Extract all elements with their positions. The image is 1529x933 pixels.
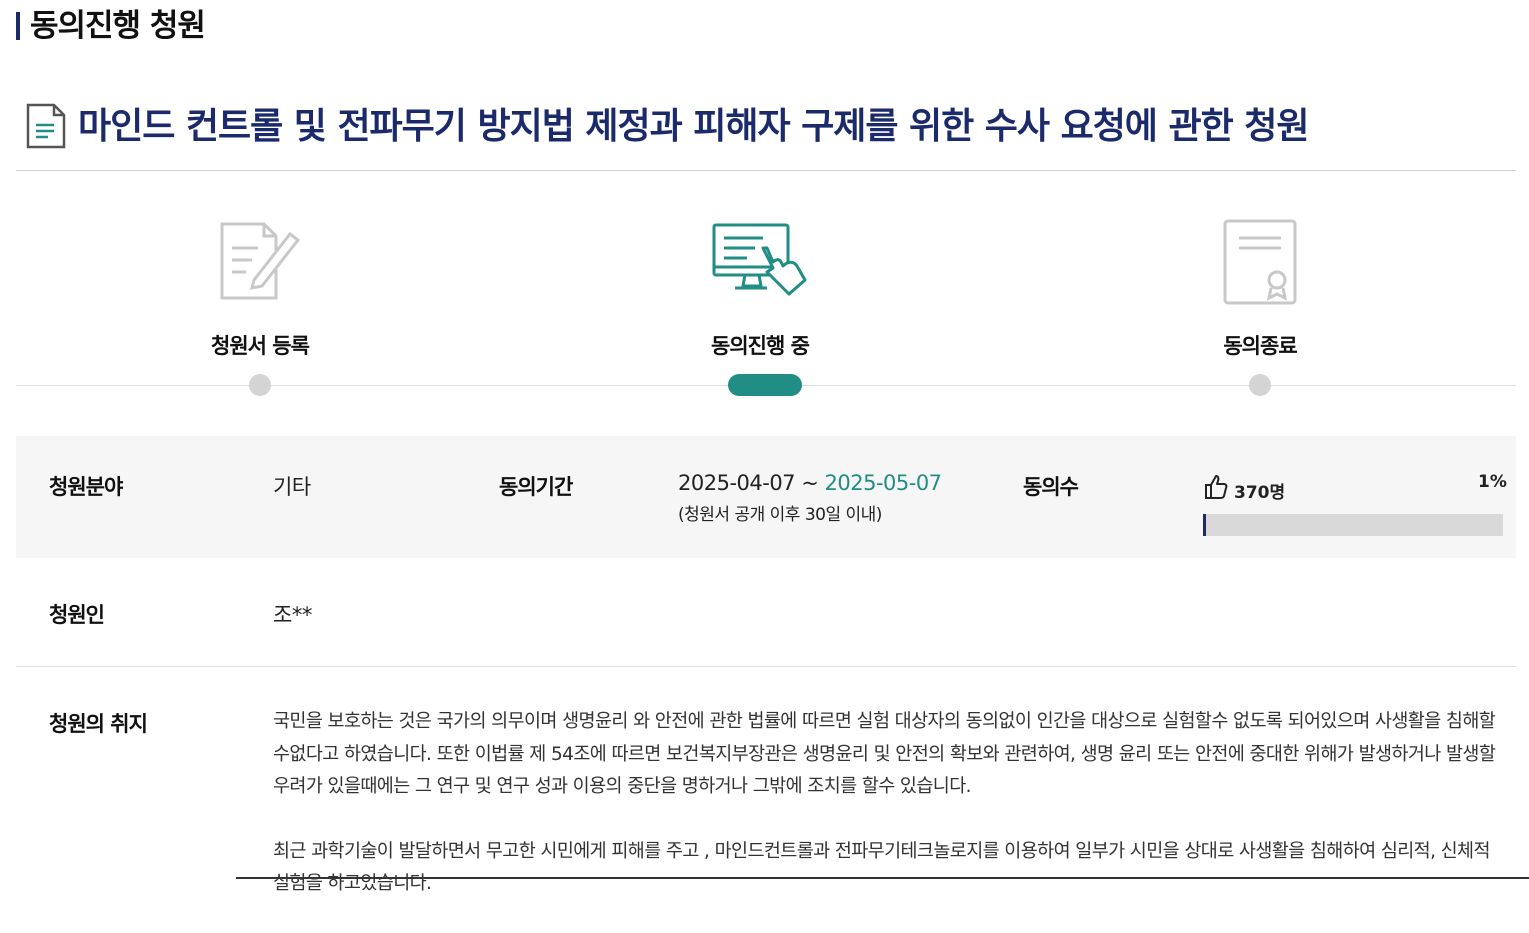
thumbs-up-icon[interactable] <box>1204 474 1228 500</box>
certificate-icon <box>1223 219 1297 305</box>
consent-progress-bar <box>1203 514 1503 536</box>
field-label: 청원분야 <box>49 475 123 499</box>
progress-steps: 청원서 등록 동의진행 중 동의종료 <box>16 170 1516 420</box>
petition-body: 국민을 보호하는 것은 국가의 의무이며 생명윤리 와 안전에 관한 법률에 따… <box>273 706 1508 933</box>
step-label: 청원서 등록 <box>211 334 310 358</box>
monitor-hand-icon <box>712 223 807 296</box>
section-title: 동의진행 청원 <box>16 8 206 44</box>
body-paragraph: 최근 과학기술이 발달하면서 무고한 시민에게 피해를 주고 , 마인드컨트롤과… <box>273 840 1491 895</box>
petition-title-bar: 마인드 컨트롤 및 전파무기 방지법 제정과 피해자 구제를 위한 수사 요청에… <box>16 100 1516 171</box>
step-label: 동의진행 중 <box>711 334 810 358</box>
period-dates: 2025-04-07 ~ 2025-05-07 <box>678 471 942 495</box>
row-divider <box>16 666 1516 667</box>
info-summary-panel <box>16 436 1516 558</box>
petition-title: 마인드 컨트롤 및 전파무기 방지법 제정과 피해자 구제를 위한 수사 요청에… <box>78 106 1309 147</box>
purpose-label: 청원의 취지 <box>49 712 148 736</box>
step-dot-active <box>728 374 802 396</box>
count-value: 370명 <box>1234 483 1286 503</box>
step-dot-registration <box>249 374 271 396</box>
field-value: 기타 <box>273 475 311 499</box>
step-label: 동의종료 <box>1223 334 1297 358</box>
petitioner-label: 청원인 <box>49 603 105 627</box>
count-percent: 1% <box>1478 472 1507 492</box>
period-end: 2025-05-07 <box>824 471 943 495</box>
document-icon <box>26 103 66 149</box>
document-pen-icon <box>220 222 301 300</box>
period-start: 2025-04-07 ~ <box>678 471 825 495</box>
step-dot-closed <box>1249 374 1271 396</box>
petitioner-value: 조** <box>273 603 312 627</box>
body-paragraph: 국민을 보호하는 것은 국가의 의무이며 생명윤리 와 안전에 관한 법률에 따… <box>273 711 1496 797</box>
consent-progress-fill <box>1203 514 1206 536</box>
period-label: 동의기간 <box>499 475 573 499</box>
period-note: (청원서 공개 이후 30일 이내) <box>678 505 882 525</box>
count-label: 동의수 <box>1023 475 1079 499</box>
